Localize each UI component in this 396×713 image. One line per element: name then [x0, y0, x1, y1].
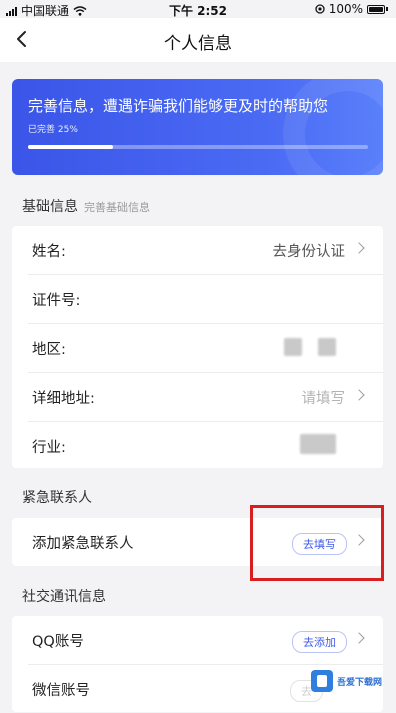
- watermark: 吾爱下载网: [311, 667, 395, 695]
- chevron-right-icon: [353, 632, 365, 644]
- blurred-region-value-2: [318, 338, 336, 356]
- wechat-label: 微信账号: [32, 683, 90, 699]
- address-placeholder[interactable]: 请填写: [302, 387, 346, 408]
- blurred-region-value-1: [284, 338, 302, 356]
- name-label: 姓名:: [32, 244, 66, 260]
- row-industry[interactable]: 行业:: [28, 422, 383, 470]
- basic-header-label: 基础信息: [22, 199, 78, 215]
- identity-verify-link[interactable]: 去身份认证: [273, 240, 346, 261]
- section-header-emergency: 紧急联系人: [22, 487, 92, 507]
- page-title: 个人信息: [164, 34, 232, 54]
- completion-banner: 完善信息，遭遇诈骗我们能够更及时的帮助您 已完善 25%: [12, 79, 383, 175]
- battery-icon: [367, 4, 385, 14]
- banner-progress-text: 已完善 25%: [28, 125, 78, 135]
- rotation-lock-icon: [315, 4, 325, 14]
- blurred-industry-value: [300, 434, 336, 454]
- add-qq-button[interactable]: 去添加: [292, 631, 347, 653]
- emergency-header-label: 紧急联系人: [22, 490, 92, 506]
- watermark-logo-icon: [311, 670, 333, 692]
- qq-label: QQ账号: [32, 634, 84, 650]
- progress-track: [28, 145, 368, 149]
- id-number-label: 证件号:: [32, 293, 81, 309]
- social-header-label: 社交通讯信息: [22, 589, 106, 605]
- progress-fill: [28, 145, 113, 149]
- chevron-right-icon: [353, 242, 365, 254]
- basic-info-card: 姓名: 去身份认证 证件号: 地区: 详细地址: 请填写 行业:: [12, 226, 383, 468]
- row-address[interactable]: 详细地址: 请填写: [28, 373, 383, 422]
- address-label: 详细地址:: [32, 391, 95, 407]
- region-label: 地区:: [32, 342, 66, 358]
- section-header-social: 社交通讯信息: [22, 586, 106, 606]
- highlight-annotation: [250, 505, 384, 581]
- industry-label: 行业:: [32, 440, 66, 456]
- row-id-number: 证件号:: [28, 275, 383, 324]
- watermark-text: 吾爱下载网: [337, 677, 383, 688]
- row-region[interactable]: 地区:: [28, 324, 383, 373]
- battery-tip: [386, 7, 388, 11]
- row-qq[interactable]: QQ账号 去添加: [28, 616, 383, 665]
- nav-bar: 个人信息: [0, 18, 396, 62]
- status-right: 100%: [315, 2, 388, 16]
- add-emergency-label: 添加紧急联系人: [32, 536, 134, 552]
- section-header-basic: 基础信息 完善基础信息: [22, 196, 150, 216]
- battery-percent: 100%: [328, 2, 363, 16]
- social-card: QQ账号 去添加 微信账号 去: [12, 616, 383, 712]
- banner-decoration: [283, 79, 383, 175]
- row-name[interactable]: 姓名: 去身份认证: [28, 226, 383, 275]
- status-bar: 中国联通 下午 2:52 100%: [0, 0, 396, 18]
- banner-title: 完善信息，遭遇诈骗我们能够更及时的帮助您: [28, 97, 329, 115]
- chevron-right-icon: [353, 389, 365, 401]
- basic-header-sub: 完善基础信息: [84, 201, 150, 214]
